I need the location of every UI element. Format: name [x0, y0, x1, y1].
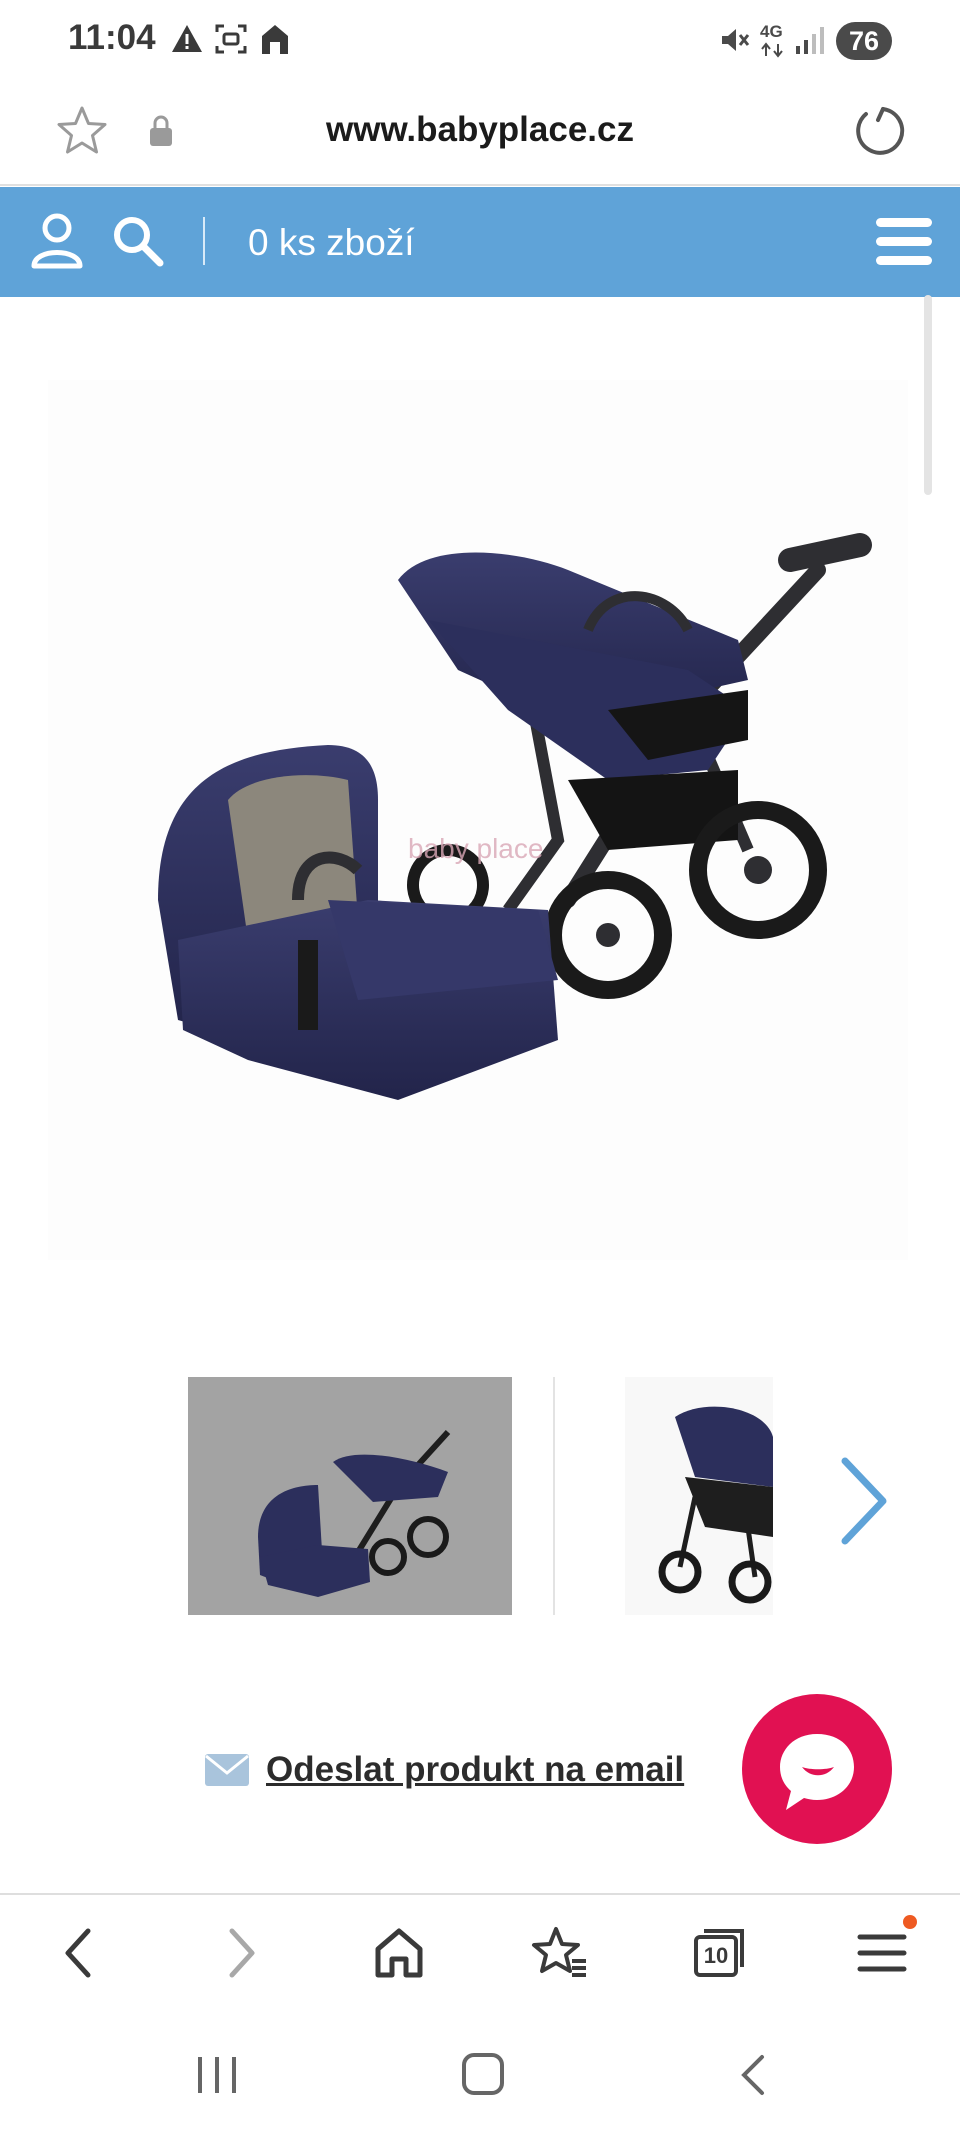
send-by-email-link[interactable]: Odeslat produkt na email [266, 1750, 684, 1790]
thumbnail-2-image [658, 1406, 773, 1604]
warning-icon [172, 25, 202, 52]
recent-apps-icon[interactable] [192, 2053, 242, 2097]
site-header: 0 ks zboží [0, 187, 960, 297]
chat-button[interactable] [742, 1694, 892, 1844]
watermark-text: baby place [408, 833, 543, 864]
thumbnail-1[interactable] [188, 1377, 512, 1615]
search-icon[interactable] [110, 213, 166, 269]
thumbnail-next-chevron-icon[interactable] [835, 1455, 891, 1547]
page-scrollbar[interactable] [924, 295, 932, 495]
envelope-icon [205, 1754, 249, 1786]
bookmarks-star-icon[interactable] [530, 1923, 590, 1983]
thumbnail-divider [553, 1377, 555, 1615]
cart-summary[interactable]: 0 ks zboží [248, 222, 415, 264]
status-icons [170, 22, 292, 56]
system-navigation-bar [0, 2013, 960, 2133]
screenshot-icon [215, 24, 247, 54]
user-account-icon[interactable] [30, 212, 84, 270]
reload-icon[interactable] [852, 104, 906, 158]
send-by-email-row[interactable]: Odeslat produkt na email [204, 1750, 684, 1790]
back-chevron-icon[interactable] [58, 1923, 98, 1983]
signal-icon [796, 27, 824, 54]
mute-icon [722, 29, 750, 51]
header-divider [203, 217, 205, 265]
battery-level: 76 [836, 22, 892, 60]
browser-bottom-toolbar: 10 [0, 1893, 960, 2015]
stroller-illustration: baby place [158, 533, 872, 1100]
forward-chevron-icon[interactable] [222, 1923, 262, 1983]
thumbnail-1-image [258, 1429, 451, 1597]
tabs-button[interactable]: 10 [690, 1923, 750, 1983]
tabs-count: 10 [703, 1943, 729, 1968]
home-nav-icon[interactable] [460, 2051, 506, 2097]
home-icon[interactable] [372, 1923, 426, 1983]
menu-hamburger-icon[interactable] [874, 215, 934, 269]
home-status-icon [262, 25, 288, 54]
product-main-image[interactable]: baby place [48, 380, 908, 1260]
chat-bubble-icon [780, 1734, 854, 1810]
status-time: 11:04 [68, 18, 156, 57]
status-bar: 11:04 4G 76 [0, 0, 960, 80]
thumbnail-2[interactable] [625, 1377, 773, 1615]
network-label: 4G [760, 22, 783, 41]
menu-notification-dot [903, 1915, 917, 1929]
url-text[interactable]: www.babyplace.cz [0, 110, 960, 150]
data-arrows-icon [761, 42, 783, 58]
back-nav-icon[interactable] [736, 2051, 770, 2099]
browser-menu-icon[interactable] [856, 1923, 908, 1983]
browser-url-bar: www.babyplace.cz [0, 80, 960, 186]
